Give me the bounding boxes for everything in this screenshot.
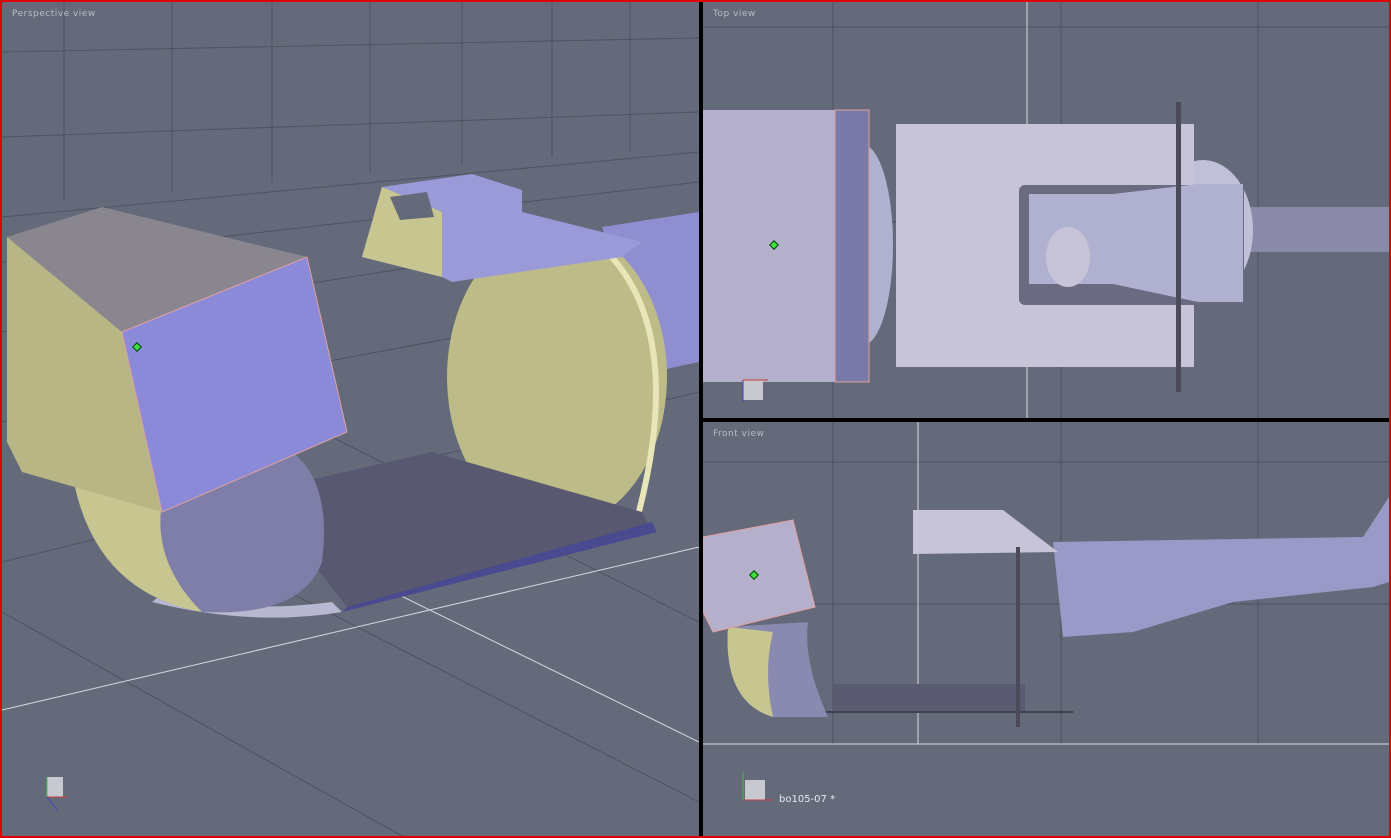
axis-gizmo (742, 379, 768, 402)
floor-panel[interactable] (833, 684, 1025, 712)
front-viewport[interactable]: Front view bo105-07 * (703, 422, 1389, 836)
top-scene[interactable] (703, 2, 1389, 418)
perspective-scene[interactable] (2, 2, 699, 836)
viewport-label: Front view (713, 429, 765, 439)
viewport-label: Top view (713, 9, 756, 19)
tail-boom[interactable] (1243, 207, 1389, 252)
perspective-viewport[interactable]: Perspective view (2, 2, 699, 836)
tail-boom[interactable] (1053, 497, 1389, 637)
front-scene[interactable] (703, 422, 1389, 836)
top-viewport[interactable]: Top view (703, 2, 1389, 418)
cabin-roof[interactable] (913, 510, 1058, 554)
object-name: bo105-07 * (779, 794, 836, 805)
axis-gizmo (742, 772, 773, 801)
box[interactable] (703, 519, 816, 633)
viewport-label: Perspective view (12, 9, 96, 19)
axis-gizmo (46, 777, 68, 811)
